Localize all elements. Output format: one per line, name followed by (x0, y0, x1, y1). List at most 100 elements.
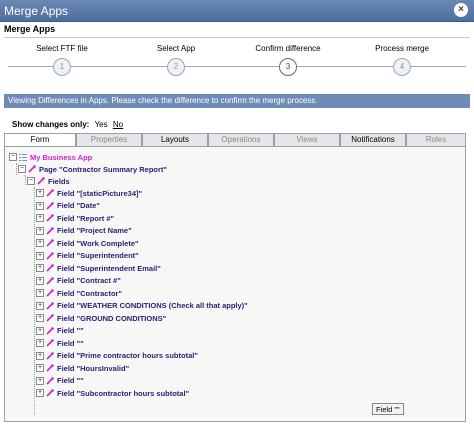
step-label-4: Process merge (375, 44, 429, 53)
plus-box-icon[interactable]: + (36, 389, 44, 397)
tree-node-label: Field "Date" (57, 201, 100, 210)
magenta-wand-icon (46, 251, 54, 260)
tree-node-label: Field "Contractor" (57, 288, 123, 298)
magenta-wand-icon (46, 301, 54, 310)
plus-box-icon[interactable]: + (36, 289, 44, 297)
plus-box-icon[interactable]: + (36, 351, 44, 360)
magenta-wand-icon (46, 326, 54, 335)
tree-node-field[interactable]: + Field "GROUND CONDITIONS" (36, 312, 166, 324)
tree-node-field[interactable]: + Field "" (36, 325, 84, 337)
tree-node-app[interactable]: − My Business App (9, 151, 92, 163)
tree-node-field[interactable]: + Field "Contractor" (36, 287, 122, 299)
tree-node-label: Field "Work Complete" (57, 238, 139, 248)
tree-node-field[interactable]: + Field "Prime contractor hours subtotal… (36, 350, 198, 362)
magenta-wand-icon (46, 276, 54, 285)
wizard-steps: Select FTF file Select App Confirm diffe… (0, 44, 474, 92)
tooltip: Field "" (372, 403, 404, 415)
collapse-icon[interactable]: − (18, 165, 26, 173)
plus-box-icon[interactable]: + (36, 326, 44, 335)
tree-guide (16, 163, 17, 175)
tree-node-field[interactable]: + Field "Subcontractor hours subtotal" (36, 387, 189, 399)
magenta-wand-icon (46, 364, 54, 372)
tree-node-label: Field "[staticPicture34]" (57, 188, 143, 198)
plus-box-icon[interactable]: + (36, 226, 44, 235)
magenta-wand-icon (46, 389, 54, 397)
tree-node-field[interactable]: + Field "Work Complete" (36, 237, 139, 249)
divider (4, 37, 470, 38)
magenta-wand-icon (46, 314, 54, 322)
show-changes-toggle: Show changes only: Yes No (12, 120, 123, 129)
tree-guide (25, 175, 26, 185)
show-changes-yes[interactable]: Yes (95, 120, 108, 129)
magenta-wand-icon (28, 165, 36, 173)
plus-box-icon[interactable]: + (36, 214, 44, 222)
magenta-wand-icon (46, 376, 54, 385)
tree-panel: − My Business App − Page "Contractor Sum… (4, 146, 466, 422)
step-circle-1: 1 (53, 58, 71, 76)
tree-node-label: Field "Project Name" (57, 226, 132, 235)
tree-node-field[interactable]: + Field "" (36, 337, 84, 349)
step-circle-4: 4 (393, 58, 411, 76)
tree-node-label: Field "GROUND CONDITIONS" (57, 313, 167, 323)
tree-node-field[interactable]: + Field "Project Name" (36, 225, 132, 237)
step-circle-3: 3 (279, 58, 297, 76)
plus-box-icon[interactable]: + (36, 376, 44, 385)
tree-node-label: Page "Contractor Summary Report" (39, 164, 167, 174)
tab-form[interactable]: Form (4, 133, 76, 147)
tab-roles[interactable]: Roles (406, 133, 466, 146)
tree-node-page[interactable]: − Page "Contractor Summary Report" (18, 163, 167, 175)
tab-layouts[interactable]: Layouts (142, 133, 208, 146)
info-banner: Viewing Differences in Apps. Please chec… (4, 94, 470, 108)
magenta-wand-icon (46, 264, 54, 272)
collapse-icon[interactable]: − (27, 177, 35, 185)
plus-box-icon[interactable]: + (36, 251, 44, 260)
show-changes-label: Show changes only: (12, 120, 90, 129)
magenta-wand-icon (46, 239, 54, 247)
tree-node-field[interactable]: + Field "Superintendent Email" (36, 262, 161, 274)
title-bar: Merge Apps × (0, 0, 474, 22)
magenta-wand-icon (37, 177, 45, 185)
tree-node-label: Field "Subcontractor hours subtotal" (57, 388, 190, 398)
tree-node-field[interactable]: + Field "Contract #" (36, 275, 121, 287)
tree-node-field[interactable]: + Field "[staticPicture34]" (36, 187, 142, 199)
magenta-wand-icon (46, 289, 54, 297)
tree-node-label: My Business App (30, 152, 93, 162)
list-icon (19, 154, 27, 161)
window-title: Merge Apps (4, 4, 69, 18)
tree-guide (34, 187, 35, 415)
tab-operations[interactable]: Operations (208, 133, 274, 146)
plus-box-icon[interactable]: + (36, 301, 44, 310)
tree-node-field[interactable]: + Field "HoursInvalid" (36, 362, 129, 374)
tree-node-label: Field "Superintendent" (57, 251, 139, 260)
magenta-wand-icon (46, 226, 54, 235)
magenta-wand-icon (46, 214, 54, 222)
plus-box-icon[interactable]: + (36, 264, 44, 272)
plus-box-icon[interactable]: + (36, 339, 44, 347)
tab-views[interactable]: Views (274, 133, 340, 146)
plus-box-icon[interactable]: + (36, 314, 44, 322)
tree-node-label: Field "WEATHER CONDITIONS (Check all tha… (57, 301, 248, 310)
tree-node-field[interactable]: + Field "WEATHER CONDITIONS (Check all t… (36, 300, 248, 312)
plus-box-icon[interactable]: + (36, 189, 44, 197)
tab-properties[interactable]: Properties (76, 133, 142, 146)
tab-bar: Form Properties Layouts Operations Views… (4, 133, 466, 147)
tree-node-field[interactable]: + Field "Report #" (36, 212, 114, 224)
tree-node-field[interactable]: + Field "" (36, 375, 84, 387)
plus-box-icon[interactable]: + (36, 364, 44, 372)
close-icon[interactable]: × (454, 3, 468, 17)
plus-box-icon[interactable]: + (36, 239, 44, 247)
tab-notifications[interactable]: Notifications (340, 133, 406, 146)
magenta-wand-icon (46, 201, 54, 210)
tree-node-fields[interactable]: − Fields (27, 175, 70, 187)
collapse-icon[interactable]: − (9, 153, 17, 161)
step-label-2: Select App (156, 44, 196, 53)
tree-node-field[interactable]: + Field "Date" (36, 200, 100, 212)
tree-node-label: Field "HoursInvalid" (57, 363, 130, 373)
show-changes-no[interactable]: No (113, 120, 123, 129)
magenta-wand-icon (46, 339, 54, 347)
tree-node-field[interactable]: + Field "Superintendent" (36, 250, 139, 262)
plus-box-icon[interactable]: + (36, 201, 44, 210)
plus-box-icon[interactable]: + (36, 276, 44, 285)
tree-node-label: Field "" (57, 376, 84, 385)
tree-node-label: Field "" (57, 326, 84, 335)
